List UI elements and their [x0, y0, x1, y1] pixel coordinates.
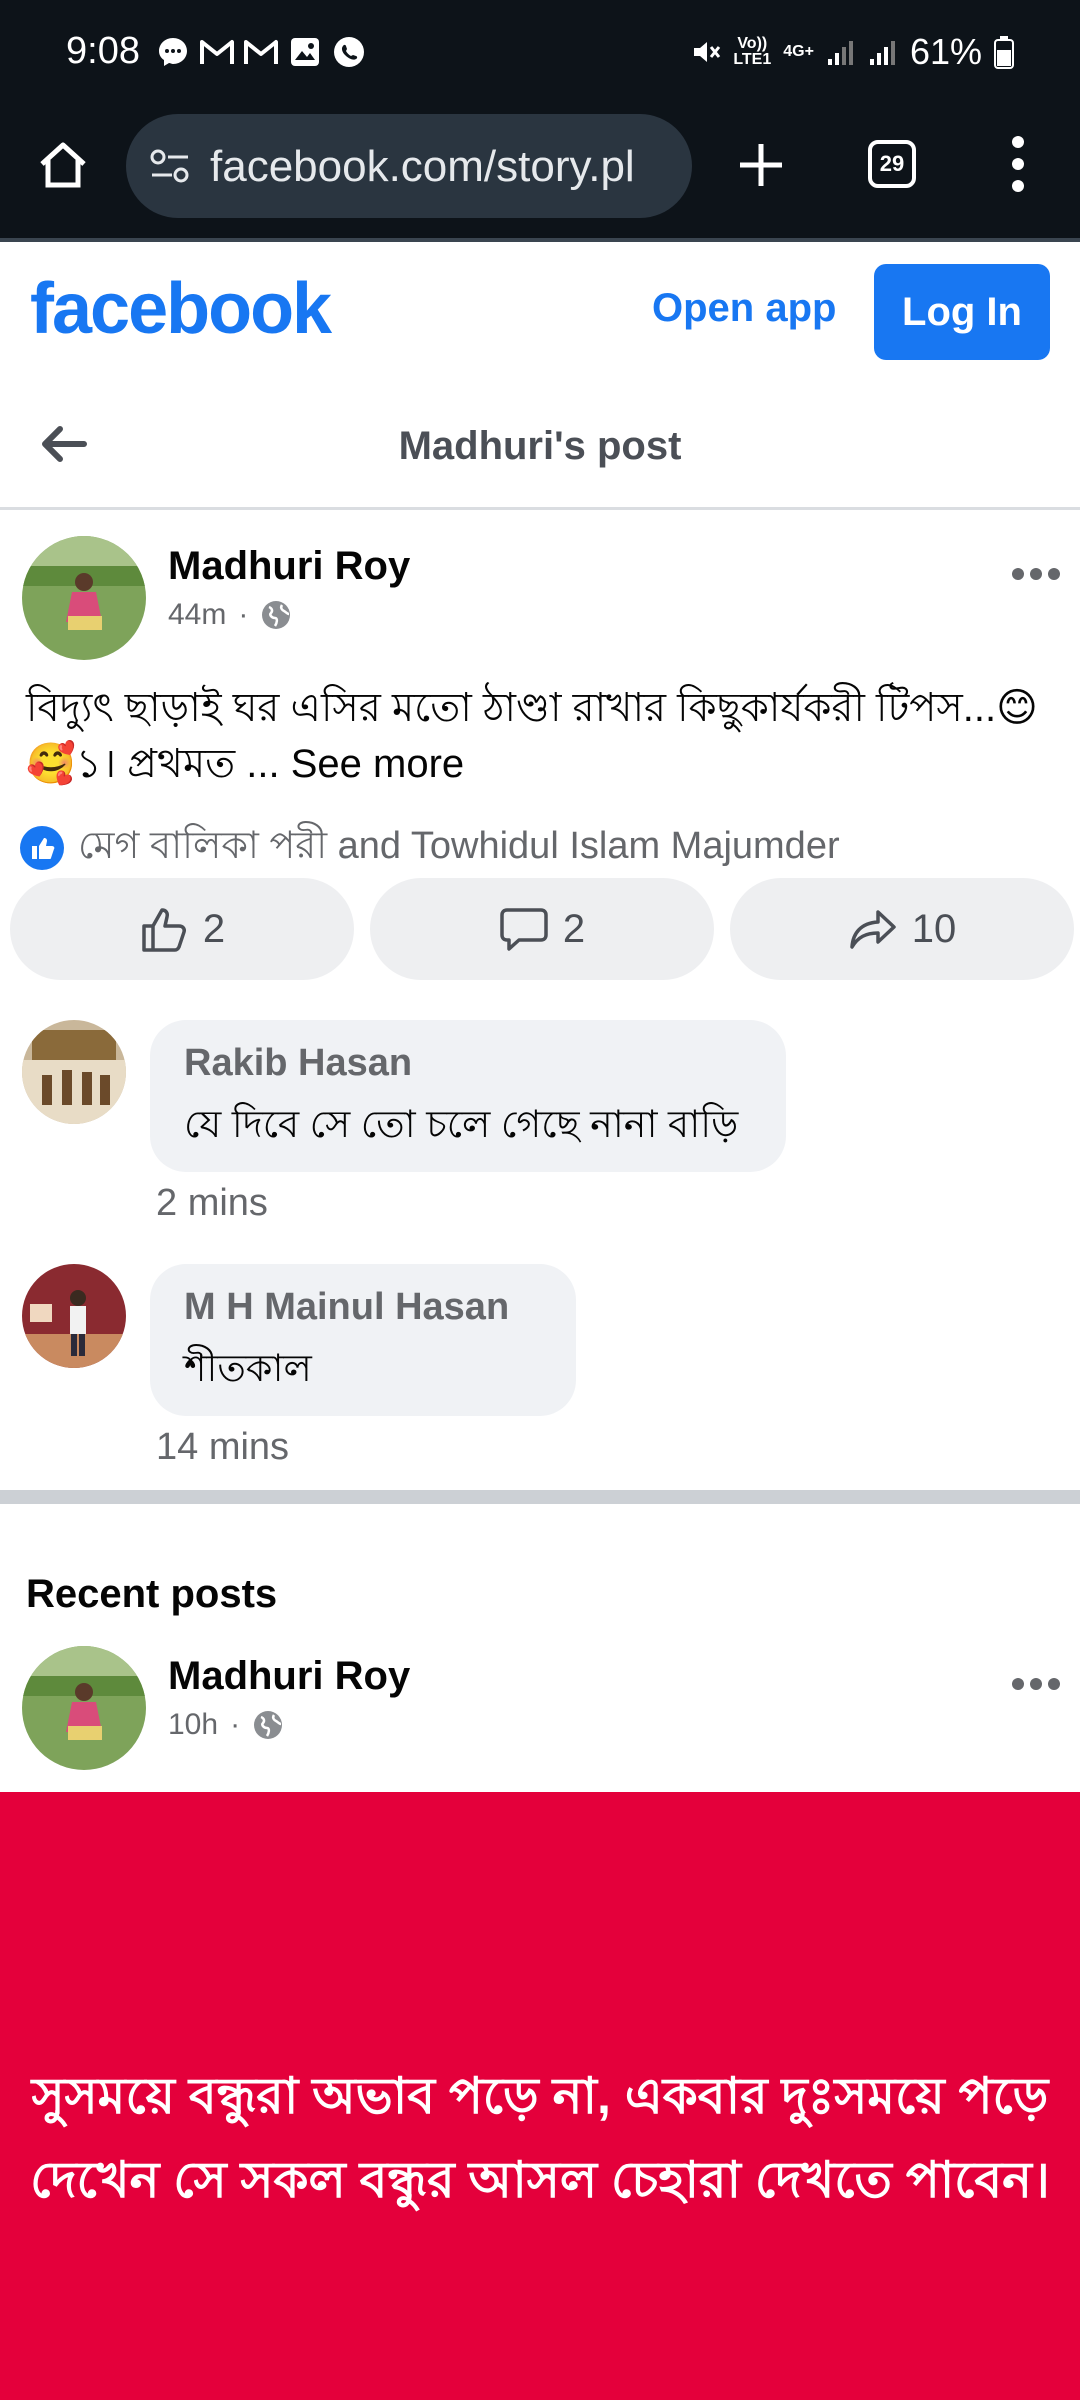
dot-icon	[1012, 136, 1024, 148]
share-button[interactable]: 10	[730, 878, 1074, 980]
signal-icon-2	[869, 41, 895, 65]
battery-icon	[994, 36, 1014, 69]
url-text[interactable]: facebook.com/story.pl	[210, 142, 680, 192]
new-tab-button[interactable]	[734, 138, 788, 192]
facebook-header: facebook Open app Log In	[0, 242, 1080, 382]
system-indicators: Vo)) LTE1 4G+ 61%	[691, 30, 1014, 74]
post-options-button[interactable]	[1012, 568, 1060, 582]
comment-bubble: Rakib Hasan যে দিবে সে তো চলে গেছে নানা …	[150, 1020, 786, 1172]
profile-photo	[22, 536, 146, 660]
profile-photo	[22, 1020, 126, 1124]
page-title: Madhuri's post	[398, 424, 682, 468]
meta-separator: ·	[238, 598, 249, 631]
profile-photo	[22, 1264, 126, 1368]
post-meta: 44m ·	[168, 598, 292, 632]
post-meta: 10h ·	[168, 1708, 284, 1742]
image-icon	[286, 33, 324, 71]
whatsapp-icon	[330, 33, 368, 71]
page-title-bar: Madhuri's post	[0, 382, 1080, 510]
messenger-icon	[154, 33, 192, 71]
address-bar[interactable]: facebook.com/story.pl	[126, 114, 692, 218]
globe-icon	[262, 601, 291, 629]
status-time: 9:08	[66, 30, 140, 72]
comment-bubble: M H Mainul Hasan শীতকাল	[150, 1264, 576, 1416]
post-body: বিদ্যুৎ ছাড়াই ঘর এসির মতো ঠাণ্ডা রাখার …	[26, 680, 1056, 792]
comment-text: শীতকাল	[184, 1348, 312, 1390]
battery-percent: 61%	[909, 31, 982, 72]
commenter-name[interactable]: Rakib Hasan	[184, 1042, 752, 1085]
dot-icon	[1030, 1678, 1042, 1690]
see-more-link[interactable]: See more	[291, 742, 464, 786]
reactions-names: মেগ বালিকা পরী and Towhidul Islam Majumd…	[78, 825, 840, 867]
author-avatar[interactable]	[22, 536, 146, 660]
open-app-link[interactable]: Open app	[652, 286, 836, 331]
share-icon	[850, 910, 896, 949]
status-bar: 9:08 Vo)) LTE1 4G+ 61%	[0, 0, 1080, 104]
dot-icon	[1012, 180, 1024, 192]
like-button[interactable]: 2	[10, 878, 354, 980]
dot-icon	[1048, 568, 1060, 580]
plus-icon	[740, 144, 782, 186]
share-count: 10	[911, 906, 957, 951]
like-count: 2	[202, 906, 226, 951]
dot-icon	[1012, 158, 1024, 170]
like-reaction-icon	[20, 826, 64, 870]
commenter-avatar[interactable]	[22, 1264, 126, 1368]
globe-icon	[254, 1711, 283, 1739]
recent-posts-heading: Recent posts	[26, 1572, 278, 1616]
tab-switcher-button[interactable]: 29	[868, 140, 916, 188]
post-time[interactable]: 44m	[168, 598, 226, 632]
comment-text: যে দিবে সে তো চলে গেছে নানা বাড়ি	[184, 1104, 739, 1146]
network-type: 4G+	[783, 43, 814, 60]
dot-icon	[1012, 568, 1024, 580]
section-divider	[0, 1490, 1080, 1504]
comment-time[interactable]: 2 mins	[156, 1182, 268, 1225]
browser-toolbar: facebook.com/story.pl 29	[0, 104, 1080, 238]
volte-indicator: Vo)) LTE1	[733, 35, 772, 68]
thumbs-up-icon	[142, 908, 186, 952]
dot-icon	[1048, 1678, 1060, 1690]
comment-button[interactable]: 2	[370, 878, 714, 980]
post-author-name[interactable]: Madhuri Roy	[168, 1654, 410, 1699]
reactions-summary[interactable]: মেগ বালিকা পরী and Towhidul Islam Majumd…	[20, 816, 840, 880]
gmail-icon	[198, 33, 236, 71]
profile-photo	[22, 1646, 146, 1770]
signal-icon	[827, 41, 853, 65]
dot-icon	[1012, 1678, 1024, 1690]
home-icon	[40, 142, 86, 188]
commenter-avatar[interactable]	[22, 1020, 126, 1124]
home-button[interactable]	[36, 138, 90, 192]
mute-icon	[694, 42, 721, 62]
dot-icon	[1030, 568, 1042, 580]
post-text: বিদ্যুৎ ছাড়াই ঘর এসির মতো ঠাণ্ডা রাখার …	[26, 686, 1038, 786]
comment-time[interactable]: 14 mins	[156, 1426, 289, 1469]
banner-text: সুসময়ে বন্ধুরা অভাব পড়ে না, একবার দুঃস…	[30, 2068, 1050, 2208]
browser-menu-button[interactable]	[1000, 134, 1036, 194]
post-time[interactable]: 10h	[168, 1708, 218, 1742]
meta-separator: ·	[230, 1708, 241, 1741]
facebook-logo[interactable]: facebook	[30, 268, 332, 350]
notification-icons	[154, 30, 368, 74]
author-avatar[interactable]	[22, 1646, 146, 1770]
post-actions: 2 2 10	[10, 878, 1074, 980]
text-post-banner[interactable]: সুসময়ে বন্ধুরা অভাব পড়ে না, একবার দুঃস…	[0, 1792, 1080, 2400]
post-options-button[interactable]	[1012, 1678, 1060, 1692]
comment-icon	[500, 908, 548, 951]
comment-count: 2	[562, 906, 586, 951]
site-settings-icon[interactable]	[148, 144, 192, 188]
commenter-name[interactable]: M H Mainul Hasan	[184, 1286, 542, 1329]
login-button[interactable]: Log In	[874, 264, 1050, 360]
gmail-icon-2	[242, 33, 280, 71]
post-author-name[interactable]: Madhuri Roy	[168, 544, 410, 589]
